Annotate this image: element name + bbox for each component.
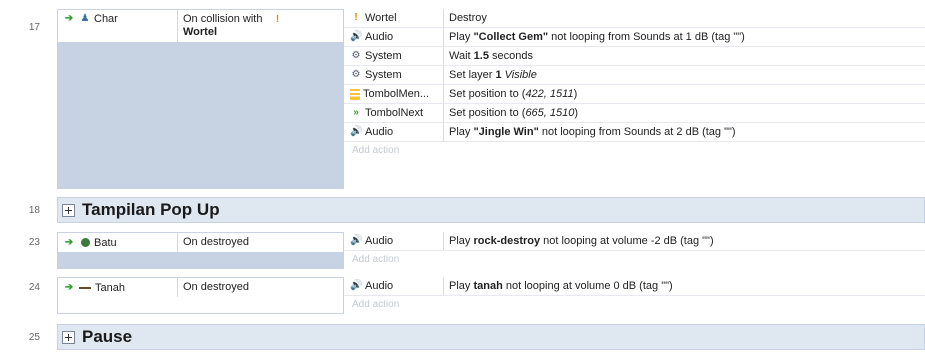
audio-icon: 🔊 [350, 31, 363, 42]
action-object: Audio [365, 235, 394, 247]
condition-object[interactable]: ➔ ♟ Char [58, 10, 178, 42]
audio-icon: 🔊 [350, 126, 363, 137]
action-text: Play "Jingle Win" not looping from Sound… [449, 126, 736, 138]
action-object: Audio [365, 280, 394, 292]
action-text: Play rock-destroy not looping at volume … [449, 235, 714, 247]
condition-empty-area[interactable] [58, 297, 343, 313]
condition-object-label: Tanah [95, 281, 125, 294]
gear-icon: ⚙ [351, 50, 361, 61]
group-number: 18 [28, 205, 40, 216]
action-text: Play "Collect Gem" not looping from Soun… [449, 31, 745, 43]
arrow-right-icon: ➔ [64, 281, 74, 293]
condition-prefix: On collision with [183, 13, 263, 25]
ground-icon [79, 286, 91, 289]
condition-object[interactable]: ➔ Batu [58, 233, 178, 252]
action-text: Set position to (665, 1510) [449, 107, 579, 119]
condition-text[interactable]: On destroyed [178, 233, 343, 252]
condition-object[interactable]: ➔ Tanah [58, 278, 178, 297]
menu-button-icon [350, 88, 360, 100]
action-text: Set position to (422, 1511) [449, 88, 578, 100]
condition-empty-area[interactable] [58, 252, 343, 268]
group-title: Pause [82, 327, 133, 346]
action-row[interactable]: » TombolNext Set position to (665, 1510) [344, 104, 925, 123]
event-24-conditions[interactable]: ➔ Tanah On destroyed [57, 277, 344, 314]
add-action-link[interactable]: Add action [344, 145, 399, 156]
condition-object-label: Batu [94, 236, 117, 249]
action-object: Audio [365, 31, 394, 43]
event-number: 17 [28, 22, 40, 33]
action-text: Set layer 1 Visible [449, 69, 537, 81]
action-row[interactable]: ! Wortel Destroy [344, 9, 925, 28]
action-row[interactable]: TombolMen... Set position to (422, 1511) [344, 85, 925, 104]
add-action-link[interactable]: Add action [344, 299, 399, 310]
character-icon: ♟ [80, 13, 90, 24]
group-header[interactable]: Pause [57, 324, 925, 350]
action-object: TombolNext [365, 107, 424, 119]
action-row[interactable]: ⚙ System Wait 1.5 seconds [344, 47, 925, 66]
event-23-conditions[interactable]: ➔ Batu On destroyed [57, 232, 344, 269]
action-row[interactable]: ⚙ System Set layer 1 Visible [344, 66, 925, 85]
add-action-row[interactable]: Add action [344, 251, 925, 268]
gear-icon: ⚙ [351, 69, 361, 80]
add-action-link[interactable]: Add action [344, 254, 399, 265]
event-number: 24 [28, 282, 40, 293]
audio-icon: 🔊 [350, 235, 363, 246]
expand-toggle-icon[interactable] [62, 203, 75, 217]
action-object: Wortel [365, 12, 397, 24]
group-number: 25 [28, 332, 40, 343]
action-row[interactable]: 🔊 Audio Play "Jingle Win" not looping fro… [344, 123, 925, 142]
condition-text[interactable]: On destroyed [178, 278, 343, 297]
event-17-actions: ! Wortel Destroy 🔊 Audio Play "Collect Gem… [344, 9, 925, 159]
action-row[interactable]: 🔊 Audio Play tanah not looping at volume … [344, 277, 925, 296]
condition-target: Wortel [183, 26, 218, 38]
audio-icon: 🔊 [350, 280, 363, 291]
arrow-right-icon: ➔ [64, 13, 74, 24]
action-object: System [365, 69, 402, 81]
action-text: Play tanah not looping at volume 0 dB (t… [449, 280, 673, 292]
action-row[interactable]: 🔊 Audio Play rock-destroy not looping at … [344, 232, 925, 251]
expand-toggle-icon[interactable] [62, 330, 75, 344]
action-object: Audio [365, 126, 394, 138]
event-23-actions: 🔊 Audio Play rock-destroy not looping at … [344, 232, 925, 268]
condition-empty-area[interactable] [58, 42, 343, 188]
carrot-icon: ! [275, 14, 280, 25]
group-header[interactable]: Tampilan Pop Up [57, 197, 925, 223]
add-action-row[interactable]: Add action [344, 142, 925, 159]
event-number: 23 [28, 237, 40, 248]
rock-icon [81, 238, 90, 247]
add-action-row[interactable]: Add action [344, 296, 925, 313]
event-17-conditions[interactable]: ➔ ♟ Char On collision with ! Wortel [57, 9, 344, 189]
action-row[interactable]: 🔊 Audio Play "Collect Gem" not looping fr… [344, 28, 925, 47]
action-text: Wait 1.5 seconds [449, 50, 533, 62]
group-title: Tampilan Pop Up [82, 200, 220, 219]
arrow-right-icon: ➔ [64, 236, 74, 248]
action-object: System [365, 50, 402, 62]
condition-text[interactable]: On collision with ! Wortel [178, 10, 343, 42]
action-object: TombolMen... [363, 88, 430, 100]
condition-object-label: Char [94, 13, 118, 25]
carrot-icon: ! [354, 12, 358, 23]
event-24-actions: 🔊 Audio Play tanah not looping at volume … [344, 277, 925, 313]
action-text: Destroy [449, 12, 487, 24]
next-arrows-icon: » [353, 107, 359, 118]
